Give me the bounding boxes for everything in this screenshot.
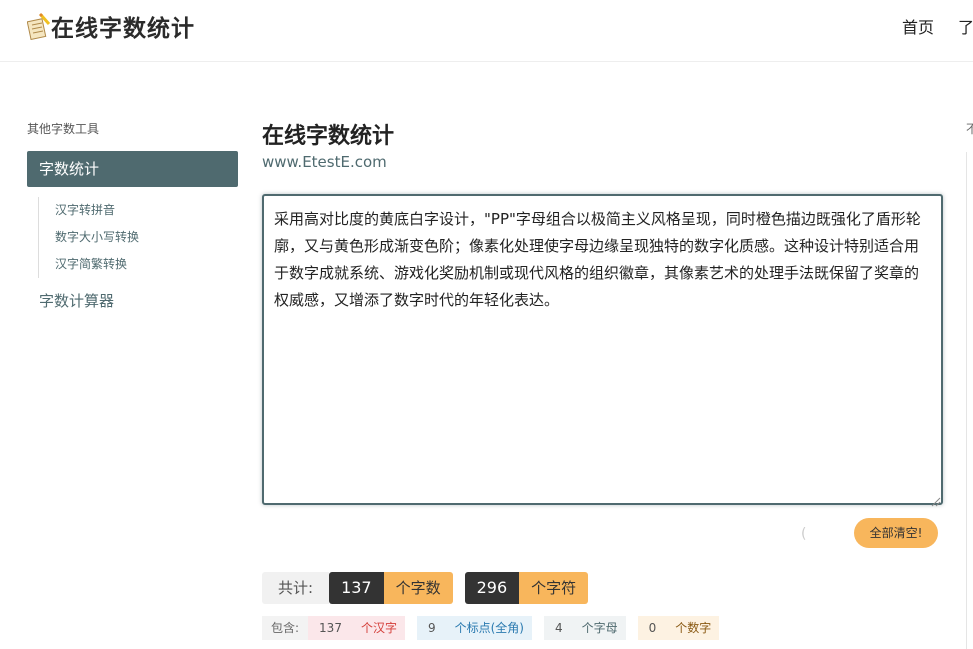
page-subtitle: www.EtestE.com bbox=[262, 153, 387, 171]
hanzi-count: 137 bbox=[308, 616, 353, 640]
main-content: 在线字数统计 www.EtestE.com 采用高对比度的黄底白字设计，"PP"… bbox=[262, 118, 943, 640]
page-title: 在线字数统计 bbox=[262, 124, 395, 149]
sidebar-item-number-case[interactable]: 数字大小写转换 bbox=[55, 224, 238, 251]
breakdown-label: 包含: bbox=[262, 616, 309, 640]
right-panel-heading: 不 bbox=[966, 122, 973, 136]
nav-home[interactable]: 首页 bbox=[902, 14, 934, 38]
top-nav: 首页 了 bbox=[902, 14, 973, 38]
sidebar: 其他字数工具 字数统计 汉字转拼音 数字大小写转换 汉字简繁转换 字数计算器 bbox=[27, 120, 238, 311]
char-count-unit: 个字符 bbox=[519, 572, 589, 604]
totals-label: 共计: bbox=[262, 572, 330, 604]
word-count-number: 137 bbox=[329, 572, 384, 604]
digit-unit: 个数字 bbox=[667, 616, 720, 640]
sidebar-item-simplified-traditional[interactable]: 汉字简繁转换 bbox=[55, 251, 238, 278]
text-input-area[interactable]: 采用高对比度的黄底白字设计，"PP"字母组合以极简主义风格呈现，同时橙色描边既强… bbox=[262, 194, 943, 505]
punct-unit: 个标点(全角) bbox=[446, 616, 532, 640]
site-logo[interactable]: 在线字数统计 bbox=[26, 9, 195, 43]
nav-about[interactable]: 了 bbox=[958, 14, 973, 38]
digit-count: 0 bbox=[637, 616, 668, 640]
word-count-unit: 个字数 bbox=[383, 572, 453, 604]
sidebar-item-calculator[interactable]: 字数计算器 bbox=[27, 290, 238, 311]
sidebar-heading: 其他字数工具 bbox=[27, 122, 100, 136]
resize-grip-icon[interactable] bbox=[931, 492, 941, 507]
punct-count: 9 bbox=[416, 616, 447, 640]
loading-spinner-icon: ( bbox=[801, 526, 807, 542]
sidebar-item-pinyin[interactable]: 汉字转拼音 bbox=[55, 197, 238, 224]
letter-count: 4 bbox=[543, 616, 574, 640]
logo-title: 在线字数统计 bbox=[51, 16, 195, 42]
pencil-notepad-icon bbox=[26, 12, 51, 41]
sidebar-item-word-count[interactable]: 字数统计 bbox=[27, 151, 238, 187]
char-count-number: 296 bbox=[464, 572, 520, 604]
breakdown-bar: 包含: 137 个汉字 9 个标点(全角) 4 个字母 0 个数字 bbox=[262, 616, 731, 640]
sidebar-subitems: 汉字转拼音 数字大小写转换 汉字简繁转换 bbox=[38, 197, 238, 278]
hanzi-unit: 个汉字 bbox=[352, 616, 405, 640]
right-panel-border bbox=[966, 152, 973, 649]
letter-unit: 个字母 bbox=[573, 616, 626, 640]
totals-bar: 共计: 137 个字数 296 个字符 bbox=[262, 572, 589, 604]
clear-all-button[interactable]: 全部清空! bbox=[854, 518, 938, 548]
top-header: 在线字数统计 首页 了 bbox=[0, 0, 973, 62]
